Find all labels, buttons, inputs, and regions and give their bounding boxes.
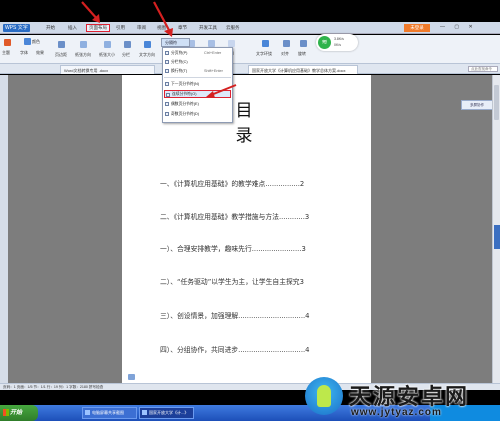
menu-cloud[interactable]: 云服务 [224, 24, 242, 32]
network-speed-widget[interactable]: ≋ 3.8K/s 0K/s [316, 34, 358, 51]
margin-button[interactable]: 页边距 [55, 52, 67, 58]
red-arrow-annotation [81, 1, 100, 23]
column-break-icon [165, 60, 169, 64]
document-tabs: Word文档转换专用 .docx 国家开放大学《计算机应用基础》教学总体方案.d… [0, 64, 500, 74]
menu-item-odd-page-section[interactable]: 奇数页分节符(D) [164, 110, 231, 118]
text-wrap-button[interactable]: 文字环绕 [256, 51, 272, 57]
menu-review[interactable]: 审阅 [135, 24, 148, 32]
red-arrow-annotation [206, 84, 237, 98]
orientation-icon [80, 41, 87, 48]
toc-entry: 二、《计算机应用基础》教学措施与方法............3 [160, 213, 310, 221]
menu-item-even-page-section[interactable]: 偶数页分节符(E) [164, 100, 231, 108]
command-search-input[interactable]: 点此查找命令 [468, 66, 498, 72]
page-border-icon [208, 40, 215, 47]
align-icon [283, 40, 290, 47]
menu-separator [164, 77, 231, 78]
page-break-icon [165, 51, 169, 55]
columns-icon [124, 41, 131, 48]
doc-tab[interactable]: Word文档转换专用 .docx [60, 65, 155, 74]
section-break-icon [165, 82, 169, 86]
app-icon [85, 410, 90, 415]
document-map-icon[interactable] [128, 374, 135, 380]
toc-entry: 四）、分组协作，共同进步............................… [160, 346, 310, 354]
menu-item-column-break[interactable]: 分栏符(C) [164, 58, 231, 66]
android-logo-icon [305, 377, 343, 415]
theme-button[interactable]: 主题 [2, 50, 10, 56]
toc-entry: 一、《计算机应用基础》的教学难点................2 [160, 180, 305, 188]
windows-logo-icon [3, 409, 9, 416]
effect-button[interactable]: 效果 [36, 50, 44, 56]
columns-button[interactable]: 分栏 [122, 52, 130, 58]
align-button[interactable]: 对齐 [281, 51, 289, 57]
ribbon-toolbar: 主题 颜色 字体 效果 页边距 纸张方向 纸张大小 分栏 文字方向 背景 页面边… [0, 35, 500, 64]
login-button[interactable]: 未登录 [404, 24, 430, 32]
taskbar-item[interactable]: 电脑屏幕共享截图 [82, 407, 137, 419]
margin-icon [58, 41, 65, 48]
watermark-url: www.jytyaz.com [351, 407, 442, 418]
menu-reference[interactable]: 引用 [114, 24, 127, 32]
taskbar-item-active[interactable]: 国家开放大学《计...》 [139, 407, 194, 419]
text-direction-button[interactable]: 文字方向 [139, 52, 155, 58]
rotate-icon [300, 40, 307, 47]
size-button[interactable]: 纸张大小 [99, 52, 115, 58]
watermark-icon [228, 40, 235, 47]
toc-entry: 二）、“任务驱动”以学生为主，让学生自主探究3 [160, 278, 304, 286]
size-icon [104, 41, 111, 48]
menu-start[interactable]: 开始 [44, 24, 57, 32]
menu-item-page-break[interactable]: 分页符(P) Ctrl+Enter [164, 49, 231, 57]
line-break-icon [165, 69, 169, 73]
orientation-button[interactable]: 纸张方向 [75, 52, 91, 58]
multi-screen-button[interactable]: 多屏协作 [461, 100, 493, 110]
red-arrow-annotation [153, 1, 173, 37]
window-controls[interactable]: — ▢ ✕ [440, 24, 477, 30]
color-icon [24, 38, 31, 45]
download-speed: 0K/s [334, 43, 342, 47]
text-direction-icon [144, 41, 151, 48]
section-break-icon [165, 102, 169, 106]
theme-icon [4, 39, 11, 46]
section-break-icon [166, 93, 170, 97]
wps-icon [142, 410, 147, 415]
toc-entry: 一）、合理安排教学，趣味先行.......................3 [160, 245, 306, 253]
start-button[interactable]: 开始 [0, 405, 38, 421]
font-button[interactable]: 字体 [20, 50, 28, 56]
app-menu-button[interactable]: WPS 文字 [3, 24, 30, 32]
menu-item-line-break[interactable]: 换行符(T) Shift+Enter [164, 67, 231, 75]
top-black-margin [0, 0, 500, 22]
wifi-icon: ≋ [318, 36, 331, 49]
toc-entry: 三）、创设情景，加强理解............................… [160, 312, 310, 320]
color-button[interactable]: 颜色 [32, 39, 40, 45]
left-toolstrip [0, 75, 8, 383]
doc-tab-active[interactable]: 国家开放大学《计算机应用基础》教学总体方案.docx [248, 65, 358, 74]
side-panel-tab[interactable] [494, 225, 500, 249]
section-break-icon [165, 112, 169, 116]
text-wrap-icon [262, 40, 269, 47]
site-watermark: 天源安卓网 www.jytyaz.com [305, 377, 500, 421]
upload-speed: 3.8K/s [334, 37, 344, 41]
rotate-button[interactable]: 旋转 [298, 51, 306, 57]
menu-dev-tools[interactable]: 开发工具 [197, 24, 219, 32]
scrollbar-thumb[interactable] [494, 85, 499, 120]
